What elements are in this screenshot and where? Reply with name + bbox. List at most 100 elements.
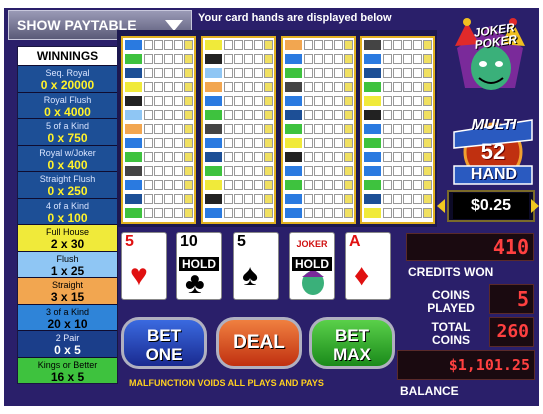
mini-card: [334, 166, 343, 176]
mini-card: [264, 138, 273, 148]
mini-hand-row: [285, 180, 354, 190]
mini-card: [244, 68, 253, 78]
mini-hand-row: [364, 40, 433, 50]
hold-label: HOLD: [179, 257, 219, 271]
mini-card: [254, 152, 263, 162]
mini-card: [324, 110, 333, 120]
mini-card: [304, 166, 313, 176]
mini-card: [383, 110, 392, 120]
mini-card: [234, 124, 243, 134]
card-1[interactable]: 5 ♥: [121, 232, 167, 300]
mini-card: [154, 138, 163, 148]
mini-card: [164, 82, 173, 92]
mini-card: [344, 68, 353, 78]
mini-card: [264, 124, 273, 134]
mini-card: [174, 40, 183, 50]
mini-card: [254, 138, 263, 148]
mini-card: [154, 208, 163, 218]
mini-hand-swatch: [364, 68, 381, 78]
mini-card: [184, 138, 193, 148]
hold-label: HOLD: [292, 257, 332, 271]
mini-hand-row: [125, 54, 194, 64]
mini-card: [164, 68, 173, 78]
mini-hand-row: [205, 152, 274, 162]
mini-card: [304, 54, 313, 64]
mini-hand-swatch: [125, 82, 142, 92]
mini-card: [383, 54, 392, 64]
mini-card: [344, 110, 353, 120]
mini-card: [413, 68, 422, 78]
mini-card: [174, 180, 183, 190]
mini-card: [144, 194, 153, 204]
mini-card: [224, 124, 233, 134]
mini-card: [234, 208, 243, 218]
mini-hand-row: [125, 82, 194, 92]
mini-card: [324, 138, 333, 148]
mini-card: [224, 180, 233, 190]
mini-card: [344, 194, 353, 204]
mini-card: [403, 152, 412, 162]
mini-card: [393, 54, 402, 64]
hand-payout: 20 x 10: [47, 316, 88, 331]
mini-hand-swatch: [205, 124, 222, 134]
denom-decrease-arrow-icon[interactable]: [437, 199, 445, 213]
mini-card: [184, 166, 193, 176]
diamond-icon: ♦: [354, 259, 370, 292]
mini-card: [403, 96, 412, 106]
mini-hand-swatch: [285, 138, 302, 148]
mini-hand-row: [285, 110, 354, 120]
card-3[interactable]: 5 ♠: [233, 232, 279, 300]
mini-hand-swatch: [285, 124, 302, 134]
mini-hand-row: [125, 166, 194, 176]
card-2[interactable]: 10 ♣ HOLD: [176, 232, 222, 300]
mini-card: [334, 54, 343, 64]
mini-card: [383, 180, 392, 190]
mini-hand-swatch: [205, 208, 222, 218]
mini-card: [334, 208, 343, 218]
mini-card: [423, 82, 432, 92]
mini-card: [334, 68, 343, 78]
mini-card: [393, 68, 402, 78]
mini-hand-row: [285, 82, 354, 92]
bet-max-button[interactable]: BET MAX: [309, 317, 395, 369]
mini-hand-row: [364, 124, 433, 134]
mini-card: [264, 68, 273, 78]
mini-card: [314, 40, 323, 50]
card-5[interactable]: A ♦: [345, 232, 391, 300]
hand-payout: 0 x 400: [47, 157, 88, 172]
winnings-row: 3 of a Kind 20 x 10: [18, 303, 117, 331]
mini-hand-swatch: [125, 124, 142, 134]
bet-max-line1: BET: [335, 326, 369, 345]
mini-hand-swatch: [364, 166, 381, 176]
mini-hand-swatch: [364, 194, 381, 204]
mini-card: [244, 180, 253, 190]
mini-card: [254, 68, 263, 78]
mini-card: [393, 152, 402, 162]
mini-card: [174, 110, 183, 120]
spade-icon: ♠: [242, 259, 258, 292]
card-4[interactable]: JOKER HOLD: [289, 232, 335, 300]
mini-card: [244, 40, 253, 50]
mini-card: [264, 110, 273, 120]
mini-card: [344, 138, 353, 148]
mini-hand-row: [285, 166, 354, 176]
mini-hand-swatch: [364, 138, 381, 148]
mini-card: [314, 152, 323, 162]
mini-hand-swatch: [364, 110, 381, 120]
mini-card: [264, 96, 273, 106]
denom-increase-arrow-icon[interactable]: [531, 199, 539, 213]
bet-one-line2: ONE: [145, 345, 183, 364]
mini-card: [413, 194, 422, 204]
mini-card: [234, 96, 243, 106]
hand-name: Flush: [56, 253, 79, 264]
deal-button[interactable]: DEAL: [216, 317, 302, 369]
mini-card: [383, 124, 392, 134]
mini-hand-swatch: [125, 208, 142, 218]
mini-hand-row: [205, 166, 274, 176]
winnings-row: Straight Flush 0 x 250: [18, 171, 117, 198]
mini-card: [314, 96, 323, 106]
mini-card: [184, 124, 193, 134]
bet-one-button[interactable]: BET ONE: [121, 317, 207, 369]
mini-card: [423, 124, 432, 134]
hand-name: Royal w/Joker: [39, 147, 96, 158]
